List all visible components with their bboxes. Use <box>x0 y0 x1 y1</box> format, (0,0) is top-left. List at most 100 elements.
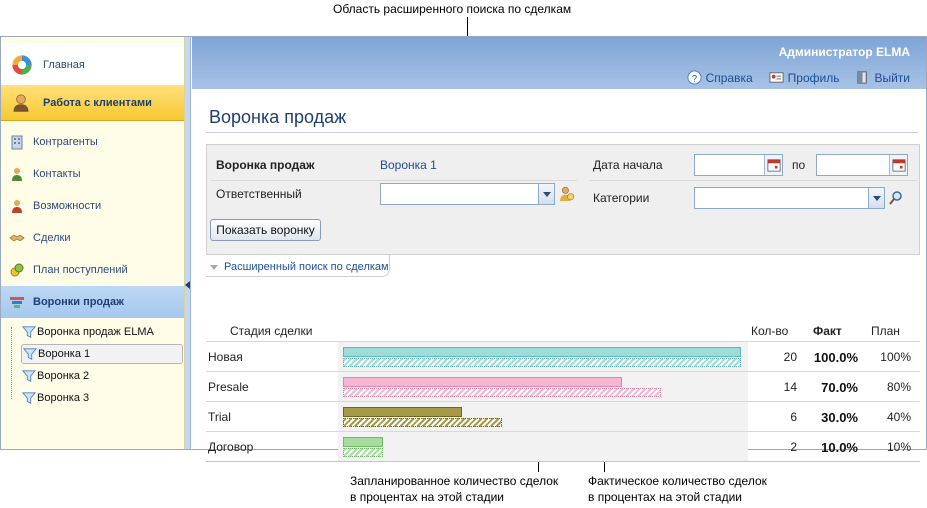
collapse-arrow-icon <box>185 281 190 289</box>
user-icon <box>13 94 29 112</box>
sidebar-collapse-bar[interactable] <box>185 37 191 449</box>
tree-item-elma-funnel[interactable]: Воронка продаж ELMA <box>21 322 154 342</box>
app-window: Главная Работа с клиентами Контрагенты К… <box>0 36 927 462</box>
tree-item-funnel-2[interactable]: Воронка 2 <box>21 366 89 386</box>
row-fact: 100.0% <box>813 350 858 365</box>
advanced-tab-edge <box>206 255 390 277</box>
sidebar-item-sales-funnels[interactable]: Воронки продаж <box>1 286 184 318</box>
bar-area <box>338 402 748 432</box>
main-content: Воронка продаж Воронка продаж Воронка 1 … <box>192 89 926 462</box>
fact-bar <box>343 347 741 357</box>
search-icon[interactable] <box>888 190 904 206</box>
annotation-fact: Фактическое количество сделок в процента… <box>588 474 767 504</box>
tree-item-label: Воронка 2 <box>37 370 90 382</box>
tree-item-label: Воронка 1 <box>38 348 91 360</box>
sidebar-item-deals[interactable]: Сделки <box>1 222 184 254</box>
funnel-row: Presale 14 70.0% 80% <box>206 371 920 402</box>
bar-area <box>338 372 748 402</box>
help-icon: ? <box>687 70 702 85</box>
start-date-input[interactable] <box>694 154 783 176</box>
sidebar-item-contacts[interactable]: Контакты <box>1 158 184 190</box>
annotation-advanced-search: Область расширенного поиска по сделкам <box>333 2 572 16</box>
row-plan: 10% <box>886 440 911 454</box>
help-link[interactable]: ? Справка <box>687 70 753 85</box>
top-links: ? Справка Профиль Выйти <box>687 70 910 85</box>
tree-item-funnel-1[interactable]: Воронка 1 <box>21 344 183 364</box>
header-plan: План <box>871 324 900 338</box>
sidebar: Главная Работа с клиентами Контрагенты К… <box>1 37 185 449</box>
building-icon <box>11 135 23 150</box>
logout-link[interactable]: Выйти <box>855 70 910 85</box>
tree-item-label: Воронка 3 <box>37 392 90 404</box>
sidebar-item-counterparties[interactable]: Контрагенты <box>1 126 184 158</box>
annotation-plan: Запланированное количество сделок в проц… <box>350 474 559 504</box>
exit-door-icon <box>857 71 868 84</box>
fact-bar <box>343 407 462 417</box>
page-title: Воронка продаж <box>209 107 347 127</box>
coins-icon <box>10 263 24 277</box>
plan-bar <box>343 418 502 427</box>
header-fact: Факт <box>813 324 842 338</box>
filter-row-divider <box>211 180 577 181</box>
row-count: 6 <box>790 410 797 424</box>
chevron-down-icon <box>873 196 881 201</box>
tree-item-label: Воронка продаж ELMA <box>37 326 154 338</box>
responsible-dropdown-button[interactable] <box>538 184 554 204</box>
row-count: 20 <box>783 350 797 364</box>
profile-card-icon <box>769 72 784 83</box>
funnel-icon <box>22 348 38 360</box>
handshake-icon <box>9 234 25 242</box>
responsible-select[interactable] <box>380 183 555 205</box>
help-link-label: Справка <box>705 70 753 85</box>
sidebar-item-label: Воронки продаж <box>33 296 124 308</box>
row-count: 2 <box>790 440 797 454</box>
nav-section-clients[interactable]: Работа с клиентами <box>1 85 184 121</box>
fact-bar <box>343 437 383 447</box>
end-date-calendar-button[interactable] <box>889 155 907 175</box>
sidebar-item-label: План поступлений <box>33 264 128 276</box>
funnel-icon <box>21 392 37 404</box>
row-plan: 80% <box>886 380 911 394</box>
categories-select[interactable] <box>694 187 885 209</box>
table-bottom-line <box>206 461 920 462</box>
profile-link[interactable]: Профиль <box>769 70 840 85</box>
categories-label: Категории <box>593 191 650 205</box>
plan-bar <box>343 388 661 397</box>
row-stage: Новая <box>208 350 243 364</box>
nav-home[interactable]: Главная <box>1 43 184 87</box>
sidebar-item-label: Контакты <box>33 168 81 180</box>
sidebar-item-opportunities[interactable]: Возможности <box>1 190 184 222</box>
user-picker-icon[interactable] <box>558 185 575 202</box>
row-plan: 40% <box>886 410 911 424</box>
profile-link-label: Профиль <box>787 70 840 85</box>
fact-bar <box>343 377 622 387</box>
tree-item-funnel-3[interactable]: Воронка 3 <box>21 388 89 408</box>
sidebar-item-income-plan[interactable]: План поступлений <box>1 254 184 286</box>
funnel-icon <box>21 326 37 338</box>
row-stage: Trial <box>208 410 231 424</box>
logout-link-label: Выйти <box>874 70 910 85</box>
funnel-label: Воронка продаж <box>216 158 315 172</box>
funnel-row: Новая 20 100.0% 100% <box>206 341 920 372</box>
sidebar-item-label: Сделки <box>33 232 71 244</box>
funnel-row: Договор 2 10.0% 10% <box>206 431 920 462</box>
funnel-value-link[interactable]: Воронка 1 <box>380 158 437 172</box>
show-funnel-button[interactable]: Показать воронку <box>210 219 321 241</box>
categories-dropdown-button[interactable] <box>868 188 884 208</box>
calendar-icon <box>892 159 906 172</box>
row-fact: 30.0% <box>821 410 858 425</box>
end-date-input[interactable] <box>816 154 908 176</box>
plan-bar <box>343 358 741 367</box>
home-icon <box>12 54 32 75</box>
chevron-down-icon <box>543 192 551 197</box>
nav-home-label: Главная <box>43 58 85 71</box>
row-fact: 70.0% <box>821 380 858 395</box>
title-divider <box>206 132 918 133</box>
row-fact: 10.0% <box>821 440 858 455</box>
funnel-row: Trial 6 30.0% 40% <box>206 401 920 432</box>
row-plan: 100% <box>880 350 911 364</box>
start-date-calendar-button[interactable] <box>764 155 782 175</box>
start-date-label: Дата начала <box>593 158 663 172</box>
header-stage: Стадия сделки <box>230 324 313 338</box>
filter-row-divider <box>589 180 917 181</box>
